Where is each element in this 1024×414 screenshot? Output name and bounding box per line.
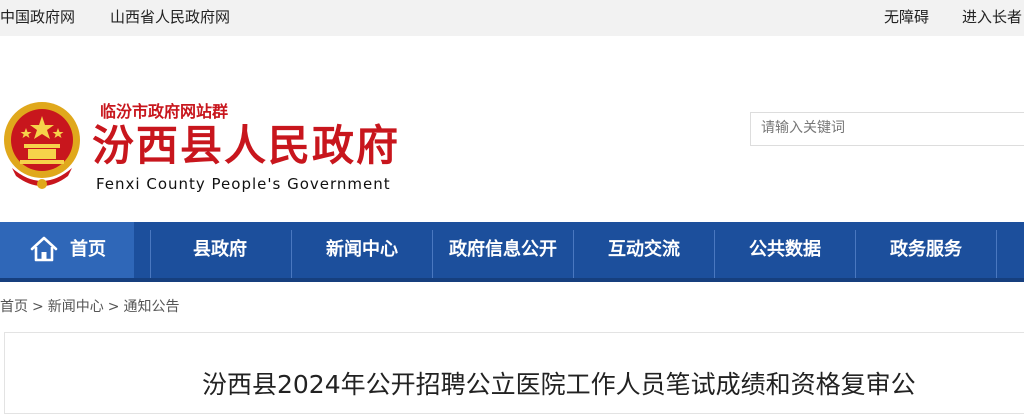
search-box: [750, 112, 1024, 146]
search-input[interactable]: [761, 113, 1021, 143]
link-china-gov[interactable]: 中国政府网: [0, 6, 75, 27]
breadcrumb-news-center[interactable]: 新闻中心: [48, 299, 104, 315]
breadcrumb-home[interactable]: 首页: [0, 299, 28, 315]
site-header: 临汾市政府网站群 汾西县人民政府 Fenxi County People's G…: [0, 36, 1024, 222]
nav-item-home[interactable]: 首页: [0, 222, 134, 278]
site-title: 汾西县人民政府: [92, 121, 401, 170]
breadcrumb-separator: >: [32, 299, 44, 315]
link-shanxi-gov[interactable]: 山西省人民政府网: [110, 6, 230, 27]
article-title: 汾西县2024年公开招聘公立医院工作人员笔试成绩和资格复审公: [202, 370, 916, 399]
nav-item-gov-info-disclosure[interactable]: 政府信息公开: [433, 222, 573, 278]
link-elder-mode[interactable]: 进入长者: [962, 6, 1022, 27]
nav-item-public-data[interactable]: 公共数据: [715, 222, 855, 278]
main-navigation: 首页 县政府 新闻中心 政府信息公开 互动交流 公共数据 政务服务: [0, 222, 1024, 278]
nav-item-gov-services[interactable]: 政务服务: [856, 222, 996, 278]
nav-bottom-border: [0, 278, 1024, 282]
breadcrumb-separator: >: [107, 299, 120, 315]
top-utility-bar: 中国政府网 山西省人民政府网 无障碍 进入长者: [0, 0, 1024, 36]
national-emblem-icon: [4, 102, 80, 189]
breadcrumb: 首页 > 新闻中心 > 通知公告: [0, 296, 179, 316]
nav-divider: [996, 230, 997, 278]
site-title-english: Fenxi County People's Government: [96, 175, 391, 193]
site-group-label: 临汾市政府网站群: [100, 102, 229, 121]
home-icon: [30, 236, 58, 262]
nav-item-news-center[interactable]: 新闻中心: [292, 222, 432, 278]
nav-item-county-gov[interactable]: 县政府: [150, 222, 290, 278]
nav-home-label: 首页: [70, 239, 106, 260]
link-accessibility[interactable]: 无障碍: [884, 6, 929, 27]
nav-item-interaction[interactable]: 互动交流: [574, 222, 714, 278]
breadcrumb-notices[interactable]: 通知公告: [123, 299, 179, 315]
